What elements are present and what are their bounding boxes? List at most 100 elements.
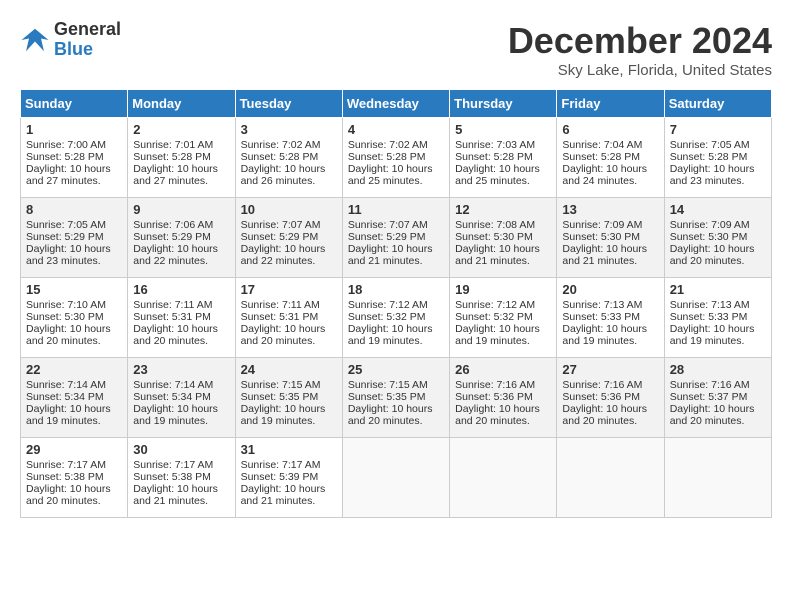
calendar-cell	[342, 438, 449, 518]
day-number: 4	[348, 122, 444, 137]
calendar-cell: 30 Sunrise: 7:17 AM Sunset: 5:38 PM Dayl…	[128, 438, 235, 518]
sunrise-label: Sunrise: 7:17 AM	[133, 459, 213, 471]
sunset-label: Sunset: 5:29 PM	[241, 231, 319, 243]
sunrise-label: Sunrise: 7:01 AM	[133, 139, 213, 151]
day-number: 20	[562, 282, 658, 297]
calendar-table: SundayMondayTuesdayWednesdayThursdayFrid…	[20, 89, 772, 518]
calendar-cell: 16 Sunrise: 7:11 AM Sunset: 5:31 PM Dayl…	[128, 278, 235, 358]
sunset-label: Sunset: 5:38 PM	[133, 471, 211, 483]
sunset-label: Sunset: 5:30 PM	[26, 311, 104, 323]
sunrise-label: Sunrise: 7:16 AM	[455, 379, 535, 391]
calendar-cell: 18 Sunrise: 7:12 AM Sunset: 5:32 PM Dayl…	[342, 278, 449, 358]
week-row-5: 29 Sunrise: 7:17 AM Sunset: 5:38 PM Dayl…	[21, 438, 772, 518]
calendar-cell: 2 Sunrise: 7:01 AM Sunset: 5:28 PM Dayli…	[128, 118, 235, 198]
day-header-friday: Friday	[557, 90, 664, 118]
calendar-cell: 28 Sunrise: 7:16 AM Sunset: 5:37 PM Dayl…	[664, 358, 771, 438]
sunset-label: Sunset: 5:28 PM	[133, 151, 211, 163]
daylight-label: Daylight: 10 hours and 20 minutes.	[562, 403, 647, 427]
calendar-cell: 12 Sunrise: 7:08 AM Sunset: 5:30 PM Dayl…	[450, 198, 557, 278]
daylight-label: Daylight: 10 hours and 23 minutes.	[670, 163, 755, 187]
sunrise-label: Sunrise: 7:05 AM	[670, 139, 750, 151]
sunset-label: Sunset: 5:28 PM	[670, 151, 748, 163]
day-number: 12	[455, 202, 551, 217]
sunset-label: Sunset: 5:30 PM	[455, 231, 533, 243]
sunrise-label: Sunrise: 7:09 AM	[670, 219, 750, 231]
week-row-2: 8 Sunrise: 7:05 AM Sunset: 5:29 PM Dayli…	[21, 198, 772, 278]
sunset-label: Sunset: 5:34 PM	[133, 391, 211, 403]
day-number: 13	[562, 202, 658, 217]
daylight-label: Daylight: 10 hours and 19 minutes.	[670, 323, 755, 347]
sunset-label: Sunset: 5:31 PM	[241, 311, 319, 323]
daylight-label: Daylight: 10 hours and 22 minutes.	[241, 243, 326, 267]
calendar-cell: 31 Sunrise: 7:17 AM Sunset: 5:39 PM Dayl…	[235, 438, 342, 518]
sunrise-label: Sunrise: 7:16 AM	[670, 379, 750, 391]
calendar-cell: 20 Sunrise: 7:13 AM Sunset: 5:33 PM Dayl…	[557, 278, 664, 358]
sunset-label: Sunset: 5:30 PM	[670, 231, 748, 243]
title-block: December 2024 Sky Lake, Florida, United …	[508, 20, 772, 79]
sunrise-label: Sunrise: 7:15 AM	[241, 379, 321, 391]
day-number: 14	[670, 202, 766, 217]
day-number: 22	[26, 362, 122, 377]
day-header-monday: Monday	[128, 90, 235, 118]
daylight-label: Daylight: 10 hours and 23 minutes.	[26, 243, 111, 267]
calendar-cell	[450, 438, 557, 518]
sunrise-label: Sunrise: 7:08 AM	[455, 219, 535, 231]
calendar-cell: 22 Sunrise: 7:14 AM Sunset: 5:34 PM Dayl…	[21, 358, 128, 438]
daylight-label: Daylight: 10 hours and 20 minutes.	[348, 403, 433, 427]
calendar-cell: 27 Sunrise: 7:16 AM Sunset: 5:36 PM Dayl…	[557, 358, 664, 438]
page-header: General Blue December 2024 Sky Lake, Flo…	[20, 20, 772, 79]
calendar-cell: 8 Sunrise: 7:05 AM Sunset: 5:29 PM Dayli…	[21, 198, 128, 278]
daylight-label: Daylight: 10 hours and 19 minutes.	[26, 403, 111, 427]
day-number: 5	[455, 122, 551, 137]
calendar-cell: 19 Sunrise: 7:12 AM Sunset: 5:32 PM Dayl…	[450, 278, 557, 358]
sunset-label: Sunset: 5:29 PM	[133, 231, 211, 243]
day-header-sunday: Sunday	[21, 90, 128, 118]
day-number: 11	[348, 202, 444, 217]
day-number: 7	[670, 122, 766, 137]
calendar-cell: 14 Sunrise: 7:09 AM Sunset: 5:30 PM Dayl…	[664, 198, 771, 278]
daylight-label: Daylight: 10 hours and 21 minutes.	[241, 483, 326, 507]
sunset-label: Sunset: 5:39 PM	[241, 471, 319, 483]
daylight-label: Daylight: 10 hours and 20 minutes.	[455, 403, 540, 427]
calendar-cell: 1 Sunrise: 7:00 AM Sunset: 5:28 PM Dayli…	[21, 118, 128, 198]
sunrise-label: Sunrise: 7:11 AM	[241, 299, 320, 311]
sunset-label: Sunset: 5:35 PM	[241, 391, 319, 403]
week-row-3: 15 Sunrise: 7:10 AM Sunset: 5:30 PM Dayl…	[21, 278, 772, 358]
sunrise-label: Sunrise: 7:14 AM	[133, 379, 213, 391]
daylight-label: Daylight: 10 hours and 25 minutes.	[348, 163, 433, 187]
calendar-cell: 23 Sunrise: 7:14 AM Sunset: 5:34 PM Dayl…	[128, 358, 235, 438]
day-number: 24	[241, 362, 337, 377]
calendar-header-row: SundayMondayTuesdayWednesdayThursdayFrid…	[21, 90, 772, 118]
location: Sky Lake, Florida, United States	[508, 62, 772, 79]
calendar-cell: 10 Sunrise: 7:07 AM Sunset: 5:29 PM Dayl…	[235, 198, 342, 278]
daylight-label: Daylight: 10 hours and 20 minutes.	[133, 323, 218, 347]
sunset-label: Sunset: 5:31 PM	[133, 311, 211, 323]
day-number: 25	[348, 362, 444, 377]
day-number: 15	[26, 282, 122, 297]
week-row-1: 1 Sunrise: 7:00 AM Sunset: 5:28 PM Dayli…	[21, 118, 772, 198]
day-number: 9	[133, 202, 229, 217]
calendar-cell	[557, 438, 664, 518]
calendar-cell: 11 Sunrise: 7:07 AM Sunset: 5:29 PM Dayl…	[342, 198, 449, 278]
daylight-label: Daylight: 10 hours and 19 minutes.	[133, 403, 218, 427]
logo-icon	[20, 25, 50, 55]
daylight-label: Daylight: 10 hours and 20 minutes.	[670, 403, 755, 427]
sunset-label: Sunset: 5:28 PM	[241, 151, 319, 163]
sunrise-label: Sunrise: 7:17 AM	[241, 459, 321, 471]
sunrise-label: Sunrise: 7:02 AM	[348, 139, 428, 151]
daylight-label: Daylight: 10 hours and 20 minutes.	[26, 323, 111, 347]
day-number: 8	[26, 202, 122, 217]
day-number: 1	[26, 122, 122, 137]
daylight-label: Daylight: 10 hours and 27 minutes.	[133, 163, 218, 187]
daylight-label: Daylight: 10 hours and 20 minutes.	[26, 483, 111, 507]
daylight-label: Daylight: 10 hours and 19 minutes.	[562, 323, 647, 347]
calendar-cell: 5 Sunrise: 7:03 AM Sunset: 5:28 PM Dayli…	[450, 118, 557, 198]
daylight-label: Daylight: 10 hours and 26 minutes.	[241, 163, 326, 187]
day-header-tuesday: Tuesday	[235, 90, 342, 118]
day-header-wednesday: Wednesday	[342, 90, 449, 118]
sunset-label: Sunset: 5:33 PM	[562, 311, 640, 323]
sunrise-label: Sunrise: 7:13 AM	[670, 299, 750, 311]
sunrise-label: Sunrise: 7:09 AM	[562, 219, 642, 231]
calendar-body: 1 Sunrise: 7:00 AM Sunset: 5:28 PM Dayli…	[21, 118, 772, 518]
sunset-label: Sunset: 5:34 PM	[26, 391, 104, 403]
